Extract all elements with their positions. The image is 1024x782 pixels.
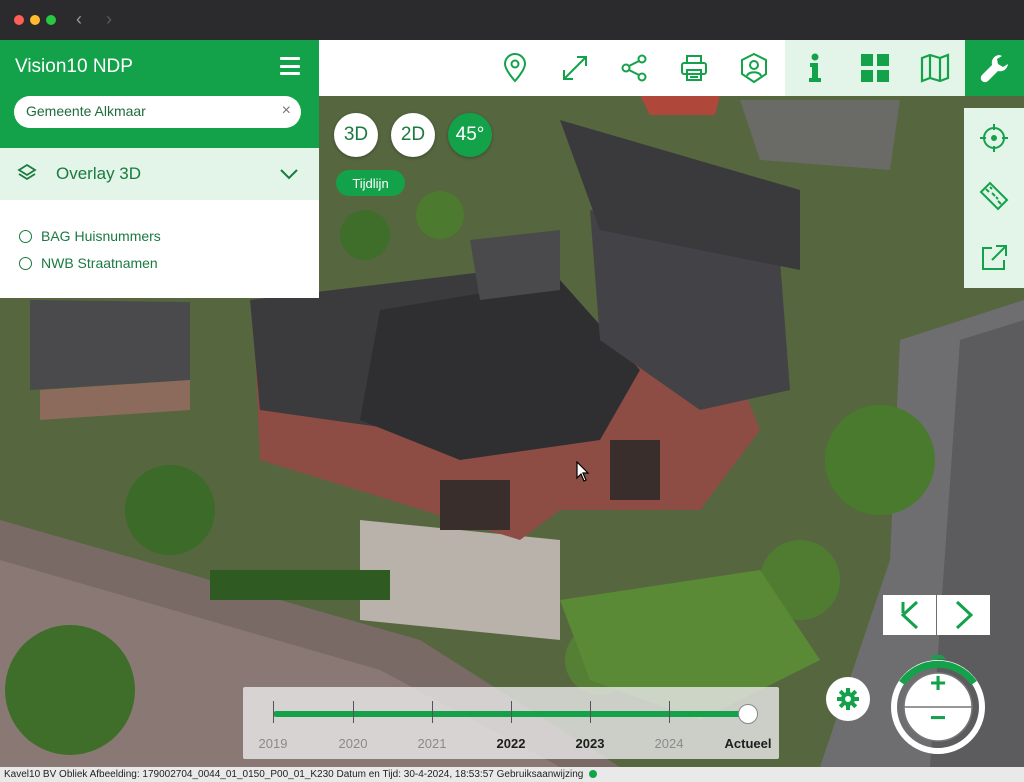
timeline-tick — [511, 701, 512, 723]
external-link-icon[interactable] — [978, 242, 1010, 274]
left-panel: Vision10 NDP × Overlay 3D BAG Huisnummer… — [0, 40, 319, 298]
status-text: Kavel10 BV Obliek Afbeelding: 179002704_… — [4, 769, 584, 780]
zoom-out-button[interactable]: − — [926, 704, 950, 732]
view-45-button[interactable]: 45° — [448, 113, 492, 157]
timeline-label-actueel[interactable]: Actueel — [725, 736, 772, 751]
location-pin-icon[interactable] — [495, 48, 535, 88]
timeline-slider: 2019 2020 2021 2022 2023 2024 Actueel — [243, 687, 779, 759]
top-toolbar — [319, 40, 1024, 96]
municipality-search: × — [14, 96, 301, 128]
gear-icon — [837, 688, 859, 710]
browser-titlebar: ‹ › — [0, 0, 1024, 40]
status-indicator-dot — [589, 770, 598, 778]
rotate-left-button[interactable] — [883, 595, 936, 635]
minimize-window-button[interactable] — [30, 15, 40, 25]
mouse-pointer-icon — [576, 461, 590, 482]
zoom-compass: + − — [888, 651, 988, 755]
map-book-icon[interactable] — [915, 48, 955, 88]
timeline-label-2020[interactable]: 2020 — [339, 736, 368, 751]
clear-search-icon[interactable]: × — [282, 102, 291, 120]
close-window-button[interactable] — [14, 15, 24, 25]
timeline-handle[interactable] — [738, 704, 758, 724]
app-title: Vision10 NDP — [15, 56, 133, 77]
fullscreen-icon[interactable] — [555, 48, 595, 88]
layer-item-nwb-straatnamen[interactable]: NWB Straatnamen — [19, 255, 158, 271]
timeline-label-2022[interactable]: 2022 — [497, 736, 526, 751]
layers-icon — [17, 163, 37, 181]
radio-button[interactable] — [19, 256, 32, 270]
zoom-in-button[interactable]: + — [926, 669, 950, 697]
info-icon[interactable] — [795, 48, 835, 88]
panel-header: Vision10 NDP × — [0, 40, 319, 148]
share-icon[interactable] — [614, 48, 654, 88]
print-icon[interactable] — [674, 48, 714, 88]
hamburger-icon[interactable] — [280, 57, 300, 75]
crosshair-icon[interactable] — [978, 122, 1010, 154]
view-2d-button[interactable]: 2D — [391, 113, 435, 157]
timeline-label-2024[interactable]: 2024 — [655, 736, 684, 751]
rotate-left-icon — [900, 600, 918, 630]
timeline-tick — [669, 701, 670, 723]
timeline-tick — [590, 701, 591, 723]
layer-label: NWB Straatnamen — [41, 255, 158, 271]
forward-arrow-icon[interactable]: › — [106, 9, 112, 29]
radio-button[interactable] — [19, 229, 32, 243]
layer-label: BAG Huisnummers — [41, 228, 161, 244]
overlay-3d-label: Overlay 3D — [56, 164, 142, 183]
overlay-3d-header[interactable]: Overlay 3D — [0, 148, 319, 200]
user-shield-icon[interactable] — [734, 48, 774, 88]
timeline-tick — [432, 701, 433, 723]
view-3d-button[interactable]: 3D — [334, 113, 378, 157]
timeline-tick — [353, 701, 354, 723]
timeline-tick — [273, 701, 274, 723]
wrench-icon[interactable] — [965, 40, 1024, 96]
chevron-down-icon[interactable] — [279, 164, 299, 184]
ruler-icon[interactable] — [978, 180, 1010, 212]
municipality-search-input[interactable] — [26, 103, 276, 119]
timeline-toggle-button[interactable]: Tijdlijn — [336, 170, 405, 196]
timeline-label-2021[interactable]: 2021 — [418, 736, 447, 751]
rotate-right-button[interactable] — [937, 595, 990, 635]
side-toolbar — [964, 108, 1024, 288]
grid-icon[interactable] — [855, 48, 895, 88]
back-arrow-icon[interactable]: ‹ — [76, 9, 82, 29]
settings-button[interactable] — [826, 677, 870, 721]
timeline-label-2019[interactable]: 2019 — [259, 736, 288, 751]
layer-item-bag-huisnummers[interactable]: BAG Huisnummers — [19, 228, 161, 244]
maximize-window-button[interactable] — [46, 15, 56, 25]
toolbar-highlight-group — [785, 40, 965, 96]
rotate-right-icon — [955, 600, 973, 630]
status-bar: Kavel10 BV Obliek Afbeelding: 179002704_… — [0, 767, 1024, 782]
timeline-label-2023[interactable]: 2023 — [576, 736, 605, 751]
